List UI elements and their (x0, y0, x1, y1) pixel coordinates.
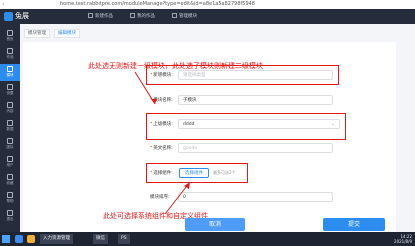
cancel-button[interactable]: 取消 (185, 218, 245, 231)
annotation-arrows (134, 71, 191, 215)
clock-date: 2021/8/9 (394, 239, 412, 244)
screen: ‹ home.test.rabbitpre.com/moduleManage?t… (0, 0, 415, 246)
browser-icon[interactable] (15, 235, 23, 243)
os-taskbar: 入力资源管理 微信 PS 14:22 2021/8/9 (0, 232, 415, 246)
taskbar-app-explorer[interactable]: 入力资源管理 (40, 234, 73, 244)
taskbar-app-photoshop[interactable]: PS (118, 234, 130, 244)
submit-button[interactable]: 提交 (323, 218, 385, 231)
taskbar-app-wechat[interactable]: 微信 (93, 234, 108, 244)
taskbar-clock[interactable]: 14:22 2021/8/9 (394, 234, 412, 244)
folder-icon[interactable] (27, 235, 35, 243)
windows-start-icon[interactable] (2, 235, 10, 243)
